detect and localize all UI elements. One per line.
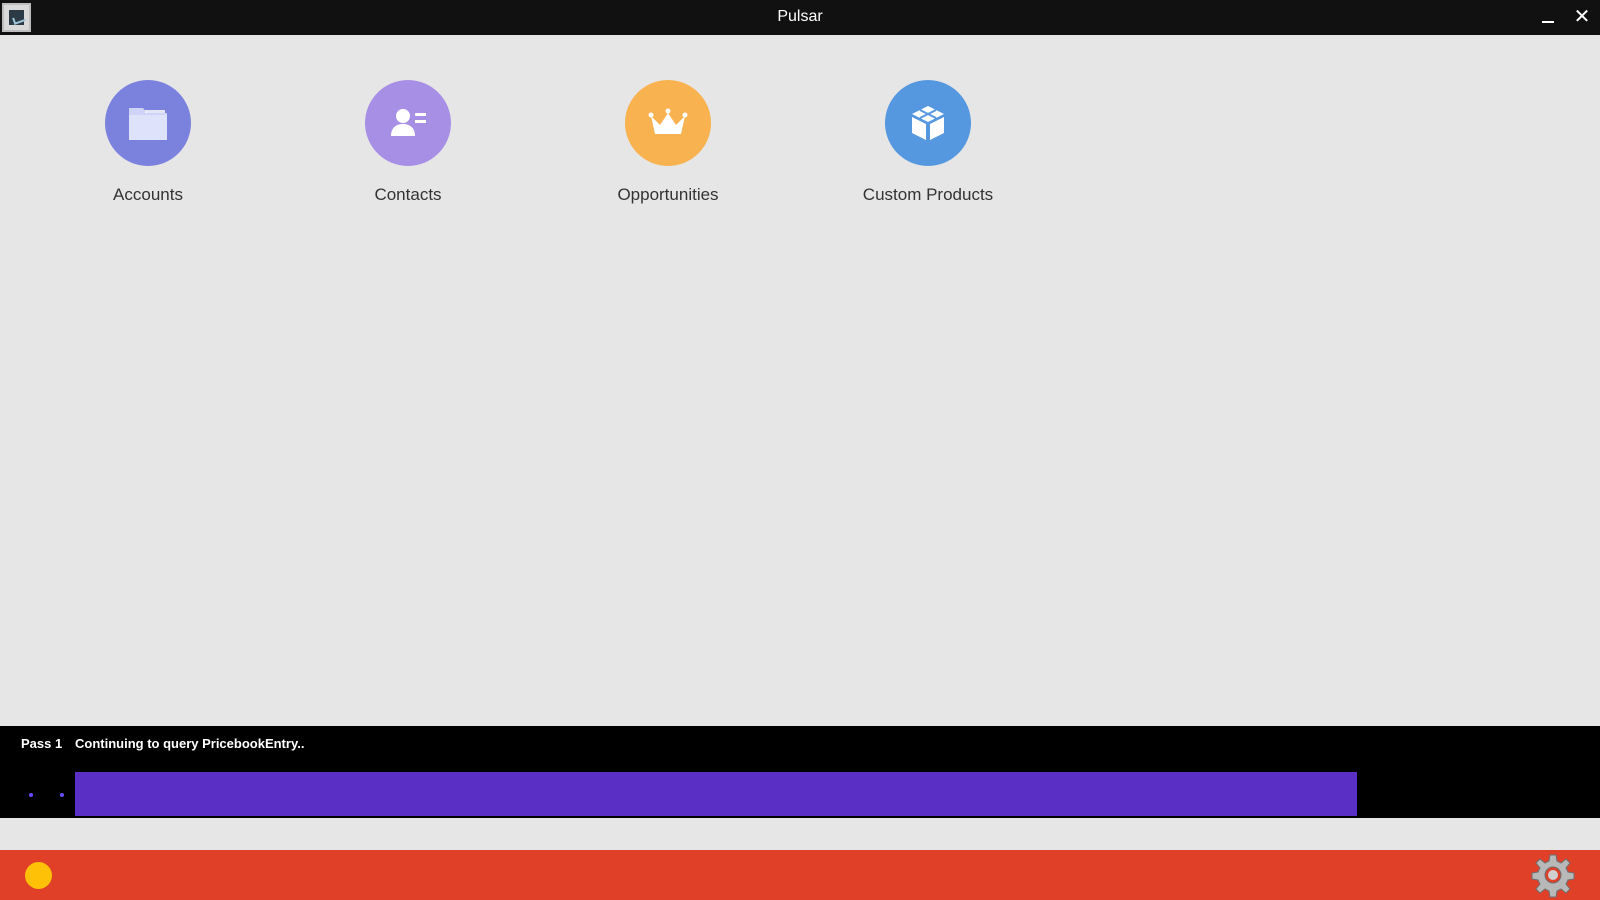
- pass-label: Pass 1: [21, 736, 63, 751]
- status-panel: Pass 1 Continuing to query PricebookEntr…: [0, 726, 1600, 818]
- gear-icon: [1531, 854, 1575, 898]
- tile-label: Opportunities: [617, 185, 719, 204]
- status-light-icon: [25, 862, 52, 889]
- title-bar: Pulsar ✕: [0, 0, 1600, 35]
- activity-dot: [29, 793, 33, 797]
- window-title: Pulsar: [777, 8, 823, 25]
- accounts-circle: [105, 80, 191, 166]
- tile-contacts[interactable]: Contacts: [318, 80, 498, 210]
- activity-dot: [60, 793, 64, 797]
- products-circle: [885, 80, 971, 166]
- progress-bar: [75, 772, 1383, 816]
- bottom-bar: [0, 850, 1600, 900]
- progress-fill: [75, 772, 1357, 816]
- minimize-button[interactable]: [1530, 0, 1566, 35]
- tile-label: Accounts: [113, 185, 183, 204]
- box-icon: [912, 106, 944, 140]
- opportunities-circle: [625, 80, 711, 166]
- tile-label: Custom Products: [862, 185, 994, 204]
- tile-opportunities[interactable]: Opportunities: [578, 80, 758, 210]
- contacts-circle: [365, 80, 451, 166]
- tile-accounts[interactable]: Accounts: [58, 80, 238, 210]
- settings-button[interactable]: [1530, 852, 1576, 898]
- folder-icon: [129, 108, 167, 140]
- status-message: Continuing to query PricebookEntry..: [75, 736, 305, 751]
- minimize-icon: [1542, 21, 1554, 23]
- tile-label: Contacts: [374, 185, 442, 204]
- close-icon: ✕: [1573, 6, 1591, 28]
- app-window: Pulsar ✕ Accounts Contacts Opportunities…: [0, 0, 1600, 900]
- tile-custom-products[interactable]: Custom Products: [838, 80, 1018, 210]
- crown-icon: [648, 108, 688, 134]
- contact-card-icon: [391, 109, 426, 136]
- close-button[interactable]: ✕: [1564, 0, 1600, 35]
